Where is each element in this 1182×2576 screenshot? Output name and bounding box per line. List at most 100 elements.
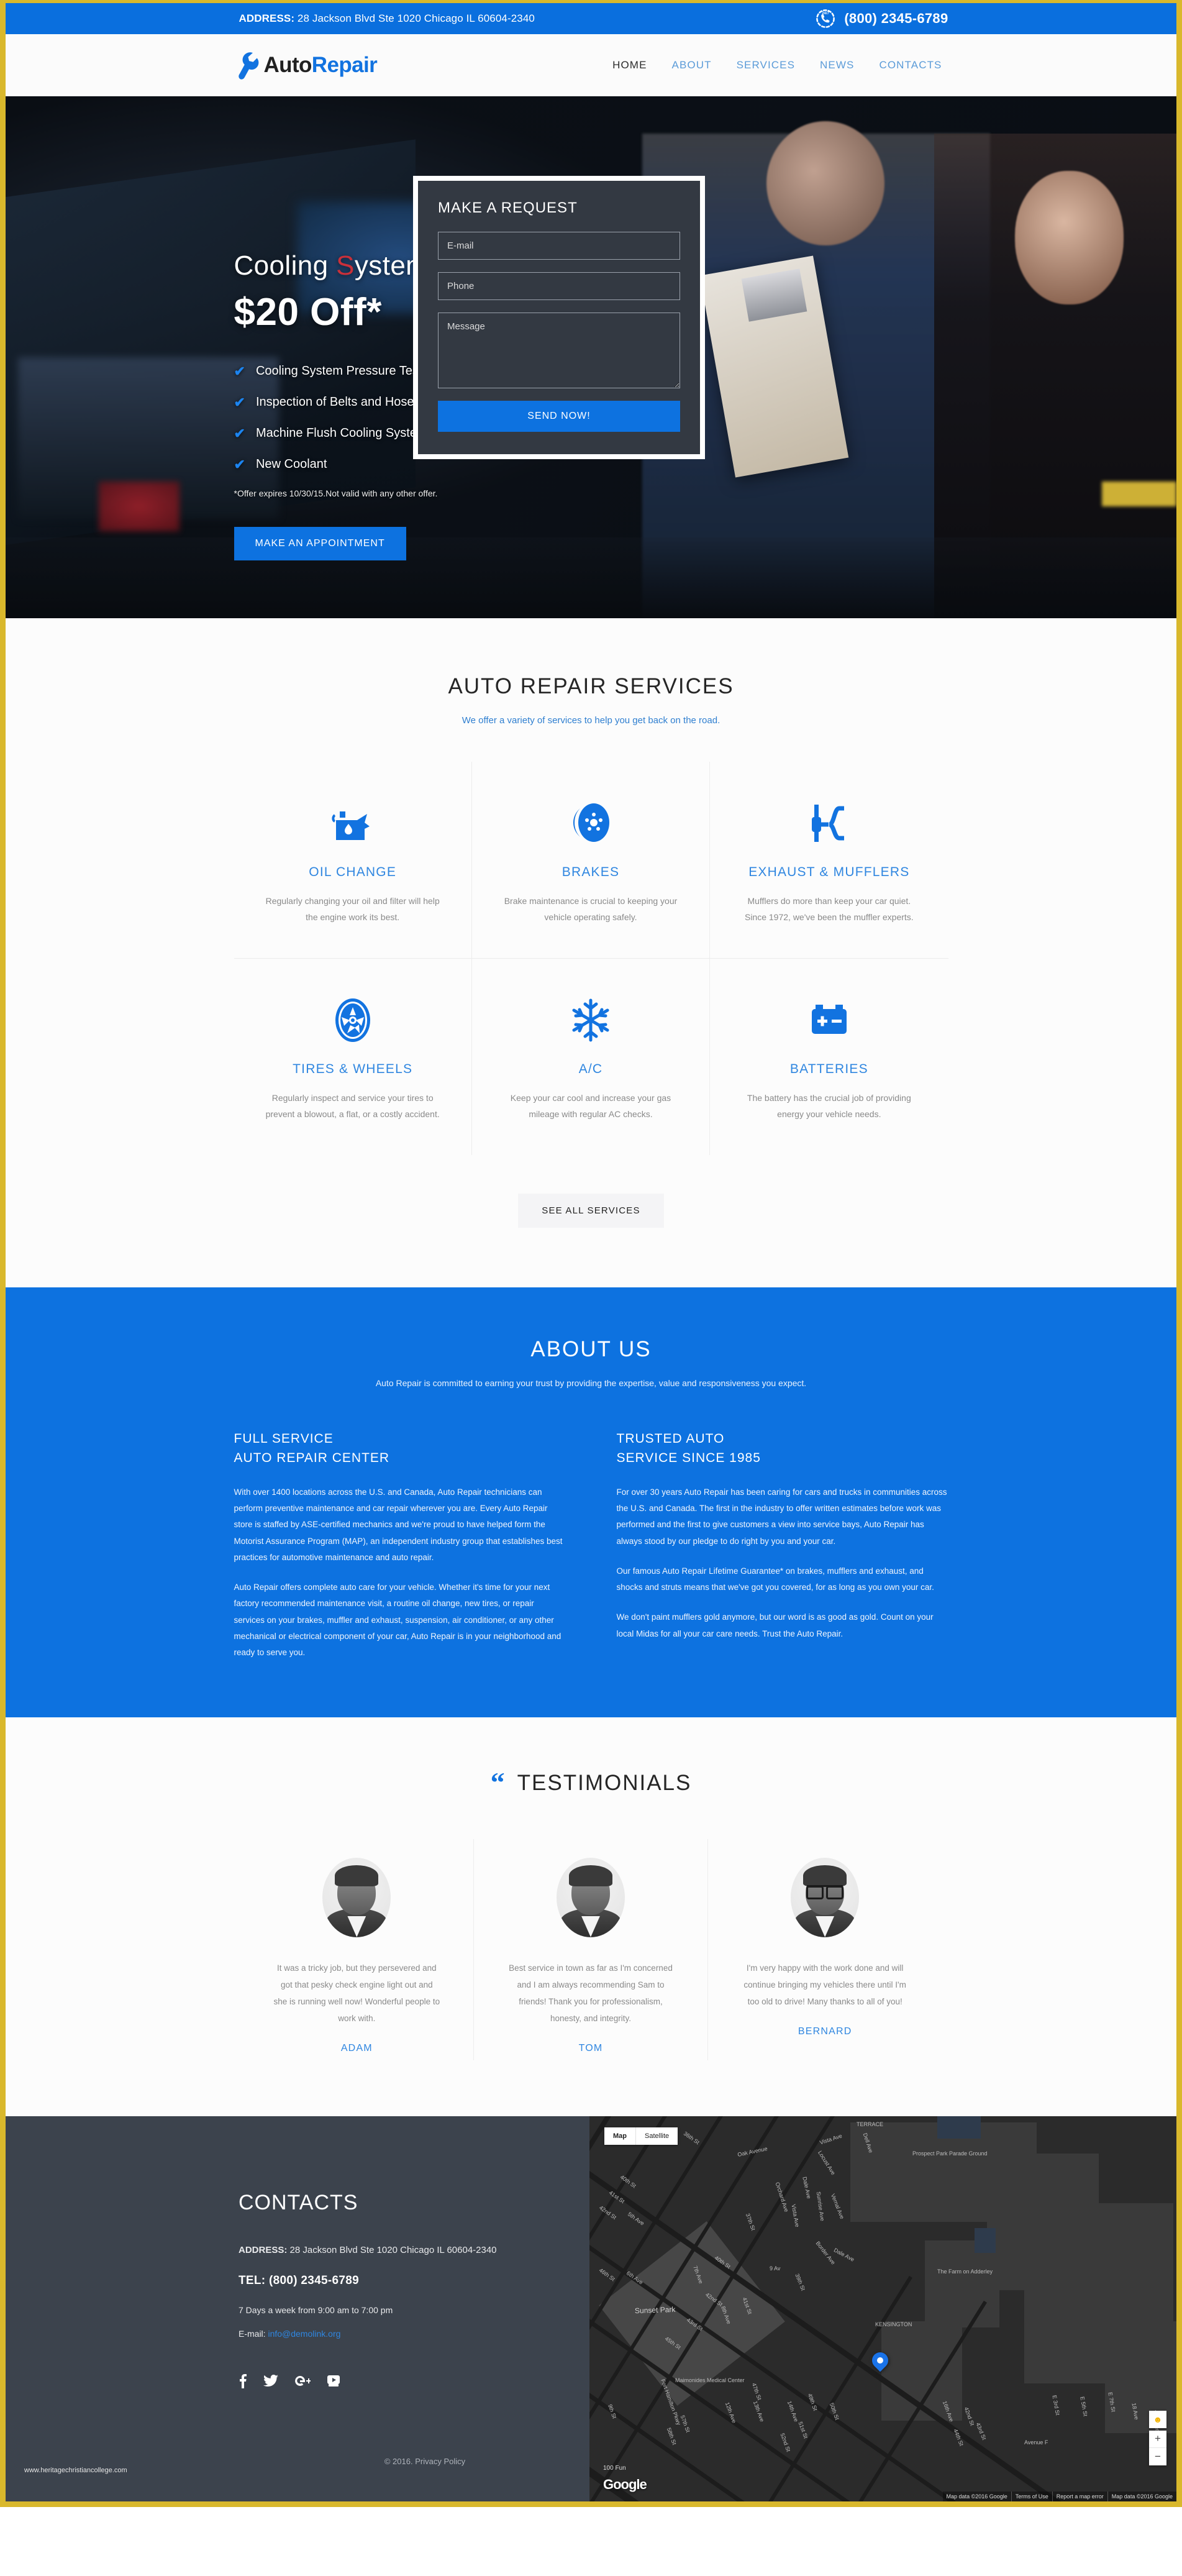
logo-text-repair: Repair [311, 52, 378, 77]
request-message-textarea[interactable] [438, 313, 680, 388]
hero-feature-label: Cooling System Pressure Test [255, 364, 422, 378]
map-attr-report[interactable]: Report a map error [1052, 2491, 1107, 2501]
service-description: Mufflers do more than keep your car quie… [744, 896, 914, 922]
service-card-tires-wheels[interactable]: TIRES & WHEELS Regularly inspect and ser… [234, 958, 472, 1155]
about-right-paragraph-2: Our famous Auto Repair Lifetime Guarante… [616, 1566, 934, 1592]
contacts-address: ADDRESS: 28 Jackson Blvd Ste 1020 Chicag… [239, 2245, 611, 2255]
service-description: The battery has the crucial job of provi… [747, 1092, 911, 1119]
map-label: Dale Ave [801, 2176, 812, 2199]
about-right-heading: TRUSTED AUTO SERVICE SINCE 1985 [617, 1429, 948, 1468]
copyright-text: © 2016. [384, 2456, 413, 2466]
privacy-policy-link[interactable]: Privacy Policy [415, 2457, 465, 2466]
map-label: The Farm on Adderley [937, 2268, 993, 2275]
request-form-title: MAKE A REQUEST [438, 199, 578, 216]
map-label: 47th St [750, 2382, 763, 2401]
map-label: 14th Ave [786, 2400, 800, 2423]
contacts-email-link[interactable]: info@demolink.org [268, 2329, 340, 2339]
avatar [322, 1857, 391, 1937]
service-card-oil-change[interactable]: OIL CHANGE Regularly changing your oil a… [234, 762, 472, 959]
services-subtitle: We offer a variety of services to help y… [461, 715, 721, 726]
contacts-telephone[interactable]: TEL: (800) 2345-6789 [239, 2274, 611, 2288]
twitter-icon[interactable] [263, 2374, 278, 2387]
service-card-batteries[interactable]: BATTERIES The battery has the crucial jo… [710, 959, 948, 1155]
map-type-satellite-button[interactable]: Satellite [636, 2127, 678, 2145]
service-description: Brake maintenance is crucial to keeping … [504, 896, 678, 922]
nav-item-contacts[interactable]: CONTACTS [879, 59, 942, 71]
check-icon: ✔ [234, 363, 245, 379]
map-attribution: Map data ©2016 Google Terms of Use Repor… [942, 2491, 1176, 2501]
nav-item-services[interactable]: SERVICES [737, 59, 795, 71]
about-column-left: FULL SERVICE AUTO REPAIR CENTER With ove… [234, 1429, 566, 1661]
battery-icon [739, 996, 919, 1044]
map-label: 43rd St [975, 2421, 988, 2441]
service-card-exhaust-mufflers[interactable]: EXHAUST & MUFFLERS Mufflers do more than… [710, 762, 948, 959]
contacts-email-row: E-mail: info@demolink.org [239, 2329, 611, 2339]
google-map[interactable]: 36th St 40th St 41st St 42nd St 5th Ave … [589, 2116, 1176, 2501]
testimonials-section: “ TESTIMONIALS It was a tricky job, but … [6, 1717, 1176, 2116]
make-appointment-button[interactable]: MAKE AN APPOINTMENT [234, 527, 406, 560]
request-email-input[interactable] [438, 232, 680, 260]
facebook-icon[interactable] [239, 2373, 247, 2388]
hero-title-pre: Cooling [234, 250, 337, 281]
wheel-icon [263, 996, 443, 1044]
contacts-hours: 7 Days a week from 9:00 am to 7:00 pm [239, 2304, 393, 2315]
services-title: AUTO REPAIR SERVICES [448, 674, 734, 698]
map-label: 36th St [682, 2130, 701, 2145]
contacts-address-value: 28 Jackson Blvd Ste 1020 Chicago IL 6060… [289, 2244, 497, 2255]
testimonial-card: I'm very happy with the work done and wi… [708, 1839, 942, 2060]
page-root: ADDRESS: 28 Jackson Blvd Ste 1020 Chicag… [6, 0, 1176, 2501]
testimonial-card: Best service in town as far as I'm conce… [474, 1838, 708, 2060]
make-request-panel: MAKE A REQUEST SEND NOW! [413, 176, 705, 459]
about-left-heading-line2: AUTO REPAIR CENTER [234, 1451, 390, 1466]
map-label: 58th St [665, 2426, 678, 2446]
send-now-button[interactable]: SEND NOW! [438, 401, 680, 432]
service-card-brakes[interactable]: BRAKES Brake maintenance is crucial to k… [471, 762, 711, 959]
see-all-services-button[interactable]: SEE ALL SERVICES [518, 1193, 664, 1228]
nav-item-home[interactable]: HOME [612, 59, 647, 71]
check-icon: ✔ [234, 456, 245, 472]
request-phone-input[interactable] [438, 272, 680, 300]
primary-navigation: HOME ABOUT SERVICES NEWS CONTACTS [612, 59, 948, 71]
map-label: 42nd St [963, 2406, 976, 2426]
street-view-pegman-icon[interactable]: ☻ [1149, 2410, 1166, 2428]
testimonial-text: I'm very happy with the work done and wi… [743, 1963, 906, 2006]
hero-feature-item: ✔ New Coolant [234, 457, 632, 472]
about-left-heading-line1: FULL SERVICE [234, 1431, 334, 1446]
about-subtitle: Auto Repair is committed to earning your… [375, 1377, 807, 1388]
about-left-heading: FULL SERVICE AUTO REPAIR CENTER [234, 1429, 566, 1468]
map-type-map-button[interactable]: Map [604, 2127, 636, 2145]
service-card-ac[interactable]: A/C Keep your car cool and increase your… [472, 958, 711, 1155]
nav-item-news[interactable]: NEWS [820, 59, 854, 71]
service-name: EXHAUST & MUFFLERS [748, 865, 910, 879]
logo-text: AutoRepair [264, 53, 378, 78]
google-plus-icon[interactable] [294, 2375, 311, 2387]
snowflake-icon [501, 996, 681, 1044]
top-contact-bar: ADDRESS: 28 Jackson Blvd Ste 1020 Chicag… [6, 0, 1176, 34]
site-logo[interactable]: AutoRepair [234, 51, 378, 80]
testimonial-author: BERNARD [798, 2026, 852, 2037]
map-zoom-controls: + − [1149, 2430, 1166, 2465]
map-zoom-out-button[interactable]: − [1149, 2448, 1166, 2465]
testimonials-grid: It was a tricky job, but they persevered… [240, 1838, 942, 2060]
topbar-address-value: 28 Jackson Blvd Ste 1020 Chicago IL 6060… [297, 12, 535, 24]
wrench-icon [234, 51, 261, 80]
map-label: Vista Ave [790, 2203, 801, 2227]
topbar-phone[interactable]: 24/7 (800) 2345-6789 [815, 8, 948, 29]
main-navbar: AutoRepair HOME ABOUT SERVICES NEWS CONT… [6, 34, 1176, 96]
map-label: 46th St [598, 2267, 616, 2282]
map-label: E 3rd St [1051, 2394, 1062, 2416]
glasses-icon [806, 1884, 844, 1899]
map-attr-terms[interactable]: Terms of Use [1011, 2491, 1052, 2501]
nav-item-about[interactable]: ABOUT [672, 59, 712, 71]
hero-feature-label: Inspection of Belts and Hoses [255, 395, 421, 409]
map-tiles: 36th St 40th St 41st St 42nd St 5th Ave … [589, 2116, 1176, 2501]
map-label: Locust Ave [817, 2149, 837, 2176]
map-label: E 5th St [1079, 2396, 1089, 2417]
topbar-phone-number[interactable]: (800) 2345-6789 [844, 11, 948, 27]
youtube-icon[interactable] [327, 2374, 340, 2388]
map-zoom-in-button[interactable]: + [1149, 2431, 1166, 2448]
contacts-title: CONTACTS [239, 2190, 358, 2214]
map-label: 9 Av [770, 2265, 781, 2272]
about-section: ABOUT US Auto Repair is committed to ear… [6, 1287, 1176, 1717]
contacts-address-label: ADDRESS: [239, 2244, 288, 2255]
